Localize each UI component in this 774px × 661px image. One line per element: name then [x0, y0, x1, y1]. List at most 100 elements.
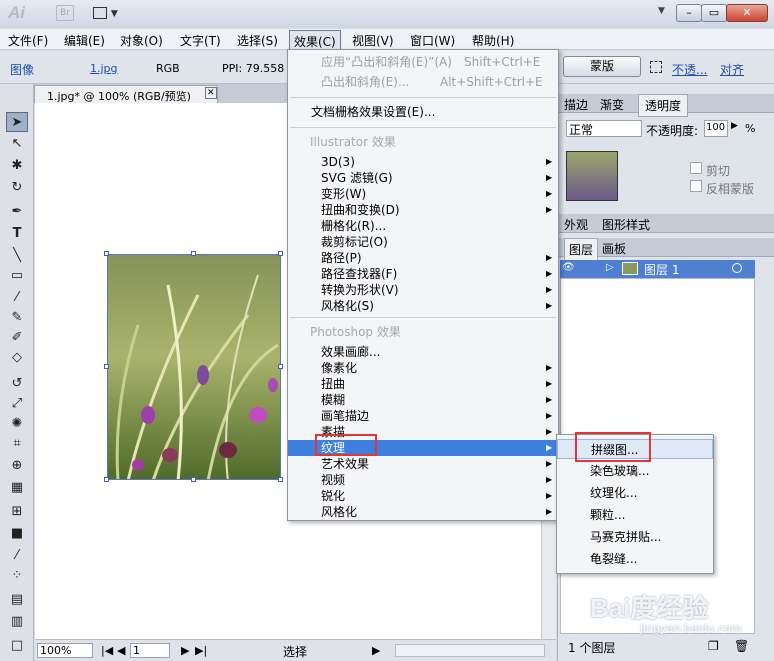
- pen-tool-icon[interactable]: ✒: [6, 202, 28, 222]
- eyedropper-tool-icon[interactable]: ⁄: [6, 546, 28, 566]
- layer-name[interactable]: 图层 1: [644, 261, 679, 278]
- tab-artboards[interactable]: 画板: [602, 240, 626, 257]
- type-tool-icon[interactable]: T: [6, 224, 28, 244]
- selection-handle[interactable]: [278, 364, 283, 369]
- selection-handle[interactable]: [104, 364, 109, 369]
- shape-builder-tool-icon[interactable]: ⊕: [6, 456, 28, 476]
- tab-layers[interactable]: 图层: [564, 238, 599, 261]
- menu-item-photoshop-2[interactable]: 扭曲 ▶: [288, 376, 558, 392]
- rotate-tool-icon[interactable]: ↺: [6, 374, 28, 394]
- menu-item-photoshop-9[interactable]: 锐化 ▶: [288, 488, 558, 504]
- layer-row[interactable]: 👁 ▷ 图层 1: [560, 260, 755, 278]
- symbol-sprayer-tool-icon[interactable]: ▤: [6, 590, 28, 610]
- object-type-link[interactable]: 图像: [10, 61, 34, 78]
- page-field[interactable]: 1: [130, 643, 170, 658]
- menu-item-illustrator-8[interactable]: 转换为形状(V) ▶: [288, 282, 558, 298]
- menu-item-photoshop-10[interactable]: 风格化 ▶: [288, 504, 558, 520]
- last-page-icon[interactable]: ▶|: [195, 644, 207, 657]
- placed-image[interactable]: [107, 254, 281, 480]
- selection-handle[interactable]: [278, 251, 283, 256]
- opacity-mask-thumbnail[interactable]: [566, 151, 618, 201]
- menu-edit[interactable]: 编辑(E): [64, 32, 105, 49]
- column-graph-tool-icon[interactable]: ▥: [6, 612, 28, 632]
- selection-handle[interactable]: [191, 477, 196, 482]
- status-menu-arrow-icon[interactable]: ▶: [372, 644, 380, 657]
- menu-item-photoshop-3[interactable]: 模糊 ▶: [288, 392, 558, 408]
- selection-handle[interactable]: [104, 477, 109, 482]
- eraser-tool-icon[interactable]: ◇: [6, 348, 28, 368]
- document-tab[interactable]: 1.jpg* @ 100% (RGB/预览) ✕: [34, 85, 218, 103]
- blend-mode-select[interactable]: 正常: [566, 120, 642, 137]
- opacity-input[interactable]: 100: [704, 120, 728, 137]
- menu-item-illustrator-4[interactable]: 栅格化(R)...: [288, 218, 558, 234]
- invert-mask-checkbox[interactable]: [690, 180, 702, 192]
- target-circle-icon[interactable]: [732, 263, 742, 273]
- direct-selection-tool-icon[interactable]: ↖: [6, 134, 28, 154]
- tab-gradient[interactable]: 渐变: [600, 96, 624, 113]
- submenu-item-4[interactable]: 马赛克拼贴...: [557, 527, 713, 547]
- lasso-tool-icon[interactable]: ↻: [6, 178, 28, 198]
- bridge-button[interactable]: Br: [56, 5, 74, 21]
- tab-appearance[interactable]: 外观: [564, 216, 588, 233]
- tab-transparency[interactable]: 透明度: [638, 94, 689, 117]
- menu-file[interactable]: 文件(F): [8, 32, 48, 49]
- close-tab-icon[interactable]: ✕: [205, 87, 217, 99]
- opacity-dropdown-icon[interactable]: ▶: [731, 121, 738, 131]
- next-page-icon[interactable]: ▶: [181, 644, 189, 657]
- transform-icon[interactable]: [650, 61, 662, 73]
- menu-view[interactable]: 视图(V): [352, 32, 394, 49]
- menu-help[interactable]: 帮助(H): [472, 32, 514, 49]
- menu-item-illustrator-5[interactable]: 裁剪标记(O): [288, 234, 558, 250]
- restore-button[interactable]: ▭: [701, 4, 727, 22]
- submenu-item-5[interactable]: 龟裂缝...: [557, 549, 713, 569]
- menu-item-photoshop-1[interactable]: 像素化 ▶: [288, 360, 558, 376]
- minimize-button[interactable]: –: [676, 4, 702, 22]
- menu-select[interactable]: 选择(S): [237, 32, 278, 49]
- menu-type[interactable]: 文字(T): [180, 32, 221, 49]
- menu-object[interactable]: 对象(O): [120, 32, 163, 49]
- zoom-field[interactable]: 100%: [37, 643, 93, 658]
- tab-stroke[interactable]: 描边: [564, 96, 588, 113]
- menu-item-illustrator-6[interactable]: 路径(P) ▶: [288, 250, 558, 266]
- gradient-tool-icon[interactable]: ■: [6, 524, 28, 544]
- horizontal-scrollbar[interactable]: [395, 644, 545, 657]
- close-button[interactable]: ✕: [726, 4, 768, 22]
- first-page-icon[interactable]: |◀: [101, 644, 113, 657]
- submenu-item-3[interactable]: 颗粒...: [557, 505, 713, 525]
- menu-item-illustrator-7[interactable]: 路径查找器(F) ▶: [288, 266, 558, 282]
- menu-item-illustrator-2[interactable]: 变形(W) ▶: [288, 186, 558, 202]
- opacity-link[interactable]: 不透...: [672, 61, 707, 78]
- free-transform-tool-icon[interactable]: ⌗: [6, 434, 28, 454]
- selection-handle[interactable]: [191, 251, 196, 256]
- scale-tool-icon[interactable]: ⤢: [6, 394, 28, 414]
- menu-item-photoshop-0[interactable]: 效果画廊...: [288, 344, 558, 360]
- menu-item-illustrator-9[interactable]: 风格化(S) ▶: [288, 298, 558, 314]
- menu-item-illustrator-3[interactable]: 扭曲和变换(D) ▶: [288, 202, 558, 218]
- paintbrush-tool-icon[interactable]: ⁄: [6, 288, 28, 308]
- line-tool-icon[interactable]: ╲: [6, 246, 28, 266]
- artboard-tool-icon[interactable]: □: [6, 636, 28, 656]
- mesh-tool-icon[interactable]: ⊞: [6, 502, 28, 522]
- perspective-grid-tool-icon[interactable]: ▦: [6, 478, 28, 498]
- arrange-documents-button[interactable]: ▼: [93, 5, 125, 22]
- align-link[interactable]: 对齐: [720, 61, 744, 78]
- mask-button[interactable]: 蒙版: [563, 56, 641, 77]
- workspace-dropdown[interactable]: ▼: [658, 6, 665, 16]
- blend-tool-icon[interactable]: ⁘: [6, 566, 28, 586]
- selection-handle[interactable]: [278, 477, 283, 482]
- menu-item-illustrator-0[interactable]: 3D(3) ▶: [288, 154, 558, 170]
- linked-file-link[interactable]: 1.jpg: [90, 62, 118, 75]
- selection-tool-icon[interactable]: ➤: [6, 112, 28, 132]
- selection-handle[interactable]: [104, 251, 109, 256]
- warp-tool-icon[interactable]: ✺: [6, 414, 28, 434]
- submenu-item-1[interactable]: 染色玻璃...: [557, 461, 713, 481]
- rectangle-tool-icon[interactable]: ▭: [6, 266, 28, 286]
- new-layer-icon[interactable]: ❐: [708, 639, 719, 653]
- tab-graphic-styles[interactable]: 图形样式: [602, 216, 650, 233]
- menu-item-photoshop-8[interactable]: 视频 ▶: [288, 472, 558, 488]
- menu-item-photoshop-7[interactable]: 艺术效果 ▶: [288, 456, 558, 472]
- magic-wand-tool-icon[interactable]: ✱: [6, 156, 28, 176]
- submenu-item-2[interactable]: 纹理化...: [557, 483, 713, 503]
- visibility-eye-icon[interactable]: 👁: [562, 262, 575, 273]
- prev-page-icon[interactable]: ◀: [117, 644, 125, 657]
